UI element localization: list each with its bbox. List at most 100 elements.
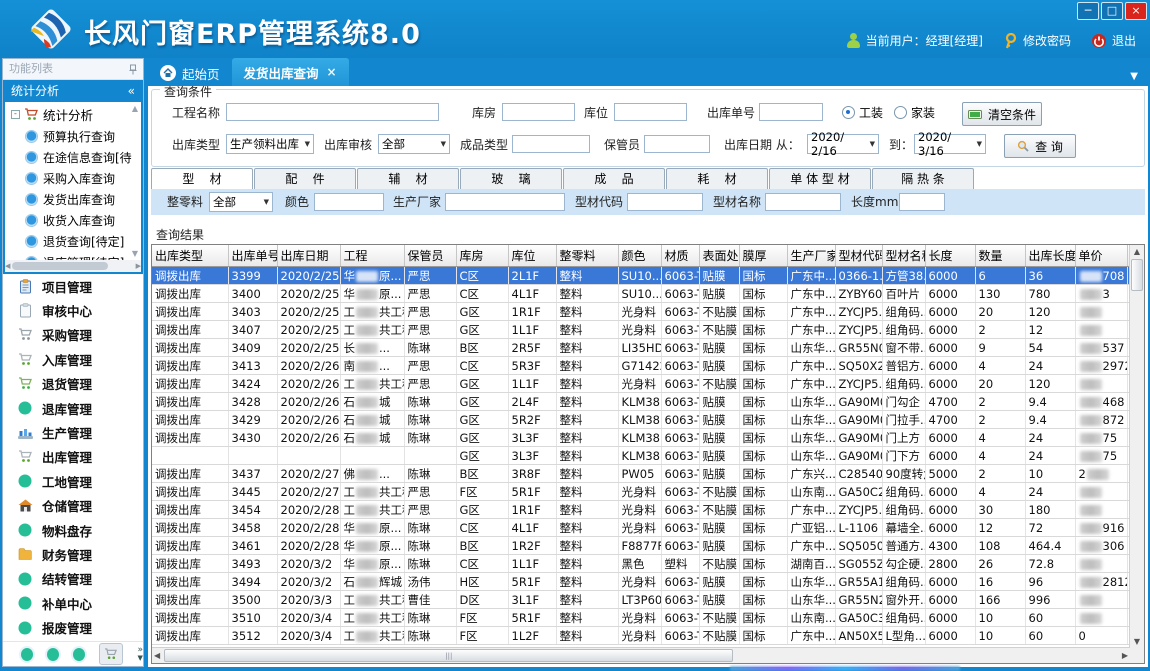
grid-cell[interactable]: 3445: [228, 483, 277, 501]
grid-cell[interactable]: [1075, 375, 1127, 393]
sidebar-menu-item[interactable]: 采购管理: [3, 323, 143, 347]
grid-cell[interactable]: [1075, 591, 1127, 609]
grid-cell[interactable]: 780: [1025, 285, 1075, 303]
grid-cell[interactable]: 6063-T5: [661, 393, 699, 411]
grid-cell[interactable]: 6000: [925, 591, 975, 609]
grid-cell[interactable]: 整料: [556, 339, 618, 357]
scroll-thumb[interactable]: [1131, 259, 1143, 291]
out-audit-select[interactable]: 全部 ▼: [378, 134, 450, 154]
status-dot-icon[interactable]: [73, 648, 85, 661]
grid-cell[interactable]: 6000: [925, 519, 975, 537]
grid-cell[interactable]: 6063-T5: [661, 465, 699, 483]
grid-cell[interactable]: [277, 447, 340, 465]
grid-cell[interactable]: 陈琳: [404, 393, 456, 411]
product-type-input[interactable]: [512, 135, 590, 153]
grid-cell[interactable]: 537: [1075, 339, 1127, 357]
grid-cell[interactable]: 5R1F: [508, 609, 556, 627]
grid-cell[interactable]: 2020/2/26: [277, 393, 340, 411]
grid-cell[interactable]: 24: [1025, 447, 1075, 465]
grid-cell[interactable]: 工共工程: [340, 483, 404, 501]
grid-cell[interactable]: 国标: [739, 555, 787, 573]
grid-cell[interactable]: 10: [1025, 465, 1075, 483]
grid-cell[interactable]: 6063-T5: [661, 573, 699, 591]
grid-cell[interactable]: 华原...: [340, 555, 404, 573]
grid-cell[interactable]: ZYCJP5...: [835, 501, 882, 519]
grid-cell[interactable]: 120: [1025, 375, 1075, 393]
grid-cell[interactable]: 陈琳: [404, 465, 456, 483]
grid-cell[interactable]: 不贴膜: [699, 555, 739, 573]
grid-cell[interactable]: 幕墙全...: [882, 519, 925, 537]
grid-cell[interactable]: 国标: [739, 303, 787, 321]
grid-cell[interactable]: 广东兴...: [787, 465, 835, 483]
grid-header-cell[interactable]: 出库类型: [152, 245, 228, 267]
overflow-chevron-icon[interactable]: »▼: [137, 646, 143, 662]
grid-cell[interactable]: 整料: [556, 375, 618, 393]
sidebar-menu-item[interactable]: 仓储管理: [3, 494, 143, 518]
grid-cell[interactable]: 整料: [556, 591, 618, 609]
grid-cell[interactable]: 2020/2/28: [277, 519, 340, 537]
grid-cell[interactable]: 60: [1025, 627, 1075, 645]
grid-cell[interactable]: 6000: [925, 627, 975, 645]
grid-cell[interactable]: SG055Z: [835, 555, 882, 573]
sidebar-menu-item[interactable]: 报废管理: [3, 615, 143, 639]
grid-cell[interactable]: ZYBY607: [835, 285, 882, 303]
grid-cell[interactable]: 贴膜: [699, 429, 739, 447]
grid-cell[interactable]: 广东中...: [787, 285, 835, 303]
grid-cell[interactable]: 3: [1075, 285, 1127, 303]
grid-cell[interactable]: 2972: [1075, 357, 1127, 375]
grid-cell[interactable]: 6063-T5: [661, 339, 699, 357]
material-tab[interactable]: 隔 热 条: [872, 168, 974, 189]
grid-cell[interactable]: 6063-T5: [661, 411, 699, 429]
grid-cell[interactable]: [340, 447, 404, 465]
grid-cell[interactable]: 广亚铝...: [787, 519, 835, 537]
grid-cell[interactable]: 6000: [925, 285, 975, 303]
grid-cell[interactable]: 山东华...: [787, 339, 835, 357]
grid-cell[interactable]: 山东华...: [787, 411, 835, 429]
grid-cell[interactable]: 贴膜: [699, 465, 739, 483]
grid-cell[interactable]: 贴膜: [699, 519, 739, 537]
grid-cell[interactable]: 广东中...: [787, 303, 835, 321]
grid-cell[interactable]: 广东中...: [787, 627, 835, 645]
grid-cell[interactable]: 整料: [556, 483, 618, 501]
order-no-input[interactable]: [759, 103, 823, 121]
grid-cell[interactable]: 2020/2/25: [277, 339, 340, 357]
grid-cell[interactable]: 不贴膜: [699, 321, 739, 339]
grid-cell[interactable]: 方管38...: [882, 267, 925, 285]
grid-cell[interactable]: 24: [1025, 483, 1075, 501]
table-row[interactable]: 调拨出库34932020/3/2华原...陈琳C区1L1F整料黑色塑料不贴膜国标…: [152, 555, 1130, 573]
warehouse-input[interactable]: [502, 103, 575, 121]
grid-cell[interactable]: PW05: [618, 465, 661, 483]
grid-cell[interactable]: [1075, 609, 1127, 627]
grid-cell[interactable]: 调拨出库: [152, 267, 228, 285]
grid-cell[interactable]: 108: [975, 537, 1025, 555]
table-row[interactable]: 调拨出库34942020/3/2石辉城汤伟H区5R1F整料光身料6063-T5贴…: [152, 573, 1130, 591]
tree-item[interactable]: 收货入库查询: [5, 210, 141, 231]
grid-cell[interactable]: 3403: [228, 303, 277, 321]
grid-header-cell[interactable]: 生产厂家: [787, 245, 835, 267]
location-input[interactable]: [614, 103, 687, 121]
sidebar-menu-item[interactable]: 生产管理: [3, 420, 143, 444]
grid-cell[interactable]: 6000: [925, 573, 975, 591]
grid-cell[interactable]: 严思: [404, 501, 456, 519]
sidebar-menu-item[interactable]: 入库管理: [3, 347, 143, 371]
grid-cell[interactable]: 6063-T5: [661, 609, 699, 627]
grid-cell[interactable]: 10: [975, 627, 1025, 645]
grid-cell[interactable]: G区: [456, 447, 508, 465]
grid-cell[interactable]: 3L3F: [508, 429, 556, 447]
sidebar-menu-item[interactable]: 补单中心: [3, 591, 143, 615]
grid-cell[interactable]: 山东南...: [787, 483, 835, 501]
grid-cell[interactable]: 916: [1075, 519, 1127, 537]
grid-cell[interactable]: 不贴膜: [699, 483, 739, 501]
grid-cell[interactable]: 山东华...: [787, 591, 835, 609]
cart-shortcut-button[interactable]: [99, 643, 123, 665]
grid-cell[interactable]: 6000: [925, 321, 975, 339]
grid-cell[interactable]: 调拨出库: [152, 357, 228, 375]
grid-cell[interactable]: 不贴膜: [699, 375, 739, 393]
whole-part-select[interactable]: 全部 ▼: [209, 192, 273, 212]
tree-item[interactable]: 发货出库查询: [5, 189, 141, 210]
grid-cell[interactable]: F区: [456, 627, 508, 645]
grid-cell[interactable]: 6063-T5: [661, 321, 699, 339]
grid-cell[interactable]: KLM3817: [618, 429, 661, 447]
grid-cell[interactable]: 2: [975, 321, 1025, 339]
grid-cell[interactable]: 严思: [404, 321, 456, 339]
